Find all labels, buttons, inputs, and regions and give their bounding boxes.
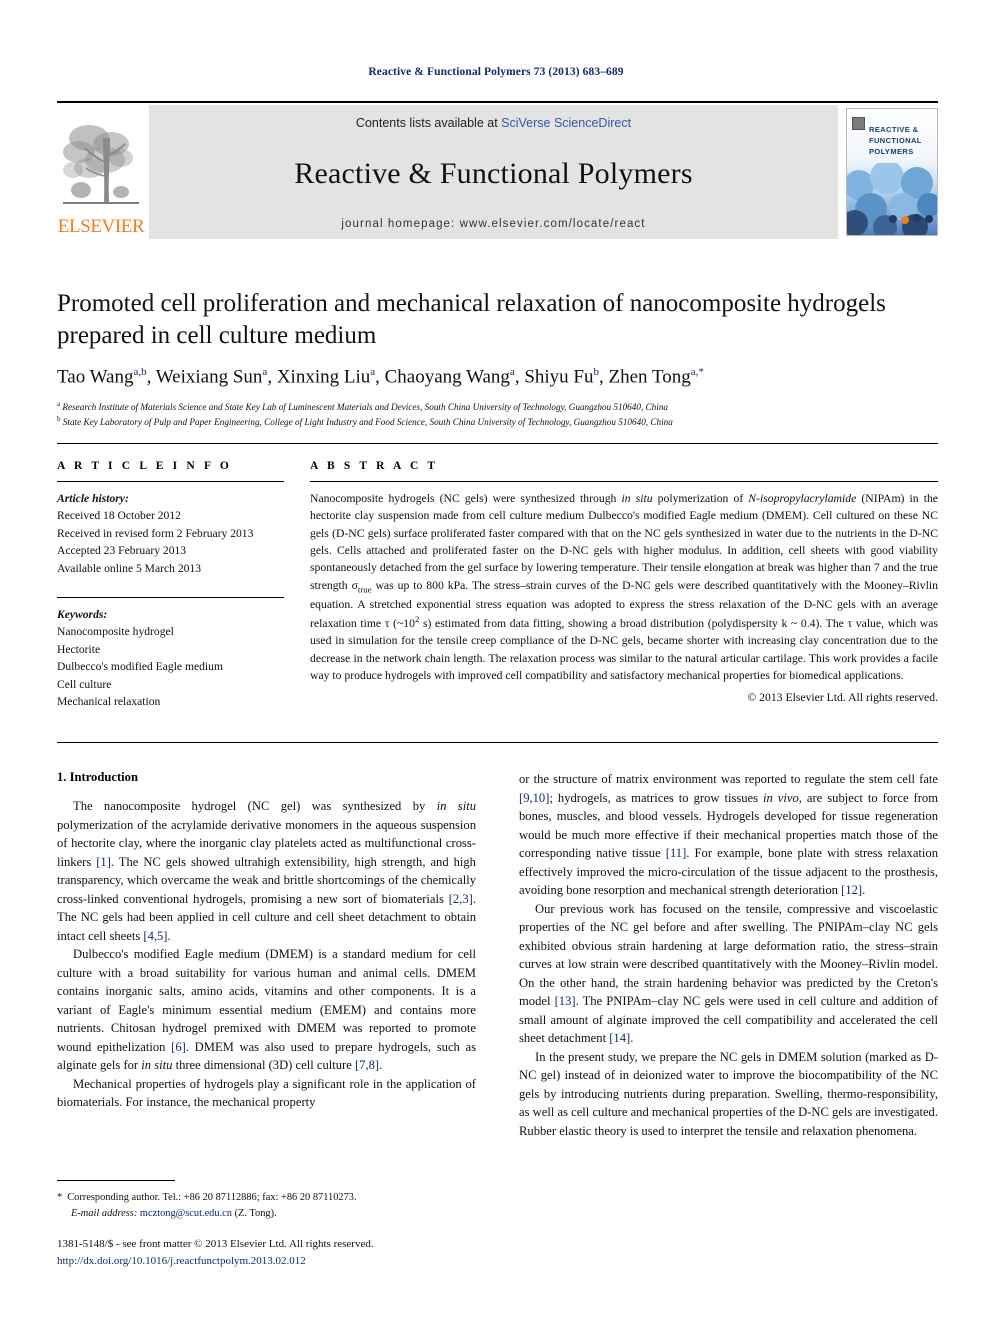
cover-title-line-1: REACTIVE & bbox=[869, 125, 919, 134]
masthead-center: Contents lists available at SciVerse Sci… bbox=[149, 105, 838, 239]
paragraph: Dulbecco's modified Eagle medium (DMEM) … bbox=[57, 947, 477, 1072]
paper-page: Reactive & Functional Polymers 73 (2013)… bbox=[0, 0, 992, 1323]
keyword-item: Nanocomposite hydrogel bbox=[57, 625, 174, 639]
keywords-rule bbox=[57, 596, 284, 598]
email-line: E-mail address: mcztong@scut.edu.cn (Z. … bbox=[57, 1206, 476, 1222]
introduction-heading: 1. Introduction bbox=[57, 770, 138, 784]
article-history-group: Article history: Received 18 October 201… bbox=[57, 490, 284, 577]
keyword-item: Mechanical relaxation bbox=[57, 694, 161, 708]
article-history-heading: Article history: bbox=[57, 492, 129, 505]
elsevier-logo: ELSEVIER bbox=[57, 105, 145, 239]
journal-cover-thumbnail: REACTIVE & FUNCTIONAL POLYMERS bbox=[846, 108, 938, 236]
email-link[interactable]: mcztong@scut.edu.cn bbox=[140, 1208, 232, 1219]
imprint-block: 1381-5148/$ - see front matter © 2013 El… bbox=[57, 1236, 487, 1270]
keywords-heading: Keywords: bbox=[57, 607, 108, 621]
article-info-rule bbox=[57, 481, 284, 482]
imprint-line: 1381-5148/$ - see front matter © 2013 El… bbox=[57, 1238, 374, 1250]
doi-link[interactable]: http://dx.doi.org/10.1016/j.reactfunctpo… bbox=[57, 1253, 487, 1270]
keywords-group: Keywords: Nanocomposite hydrogel Hectori… bbox=[57, 606, 284, 710]
cover-publisher-mark-icon bbox=[852, 117, 865, 130]
affiliation-marker-a: a bbox=[57, 400, 61, 409]
journal-homepage-line[interactable]: journal homepage: www.elsevier.com/locat… bbox=[341, 218, 645, 230]
corresponding-author-footnote: * Corresponding author. Tel.: +86 20 8711… bbox=[57, 1180, 476, 1222]
journal-title: Reactive & Functional Polymers bbox=[294, 157, 693, 190]
paragraph: Mechanical properties of hydrogels play … bbox=[57, 1076, 476, 1110]
abstract-column: A B S T R A C T Nanocomposite hydrogels … bbox=[310, 460, 938, 728]
cover-title: REACTIVE & FUNCTIONAL POLYMERS bbox=[869, 125, 922, 158]
article-info-abstract-panel: A R T I C L E I N F O Article history: R… bbox=[57, 443, 938, 743]
affiliation-b: b State Key Laboratory of Pulp and Paper… bbox=[57, 414, 938, 429]
email-suffix: (Z. Tong). bbox=[234, 1207, 277, 1219]
sciencedirect-link[interactable]: SciVerse ScienceDirect bbox=[501, 116, 631, 130]
email-label: E-mail address: bbox=[71, 1207, 138, 1219]
history-item: Received 18 October 2012 bbox=[57, 509, 181, 523]
contents-lists-prefix: Contents lists available at bbox=[355, 116, 502, 130]
page-title: Promoted cell proliferation and mechanic… bbox=[57, 290, 886, 349]
history-item: Available online 5 March 2013 bbox=[57, 561, 202, 575]
abstract-rule bbox=[310, 481, 938, 482]
affiliations: a Research Institute of Materials Scienc… bbox=[57, 399, 938, 430]
footnote-asterisk: * bbox=[57, 1192, 63, 1203]
abstract-copyright: © 2013 Elsevier Ltd. All rights reserved… bbox=[747, 691, 938, 705]
article-info-column: A R T I C L E I N F O Article history: R… bbox=[57, 460, 310, 728]
history-item: Received in revised form 2 February 2013 bbox=[57, 526, 254, 540]
contents-lists-line: Contents lists available at SciVerse Sci… bbox=[356, 116, 631, 130]
keyword-item: Cell culture bbox=[57, 677, 112, 691]
paragraph: or the structure of matrix environment w… bbox=[519, 772, 939, 897]
corresponding-author-line: * Corresponding author. Tel.: +86 20 8711… bbox=[57, 1190, 476, 1206]
elsevier-tree-icon bbox=[63, 125, 139, 204]
body-column-left: 1. Introduction The nanocomposite hydrog… bbox=[57, 770, 476, 1270]
history-item: Accepted 23 February 2013 bbox=[57, 544, 187, 558]
affiliation-marker-b: b bbox=[57, 415, 61, 424]
paragraph: Our previous work has focused on the ten… bbox=[519, 901, 938, 1046]
cover-title-line-2: FUNCTIONAL bbox=[869, 135, 922, 145]
journal-masthead: ELSEVIER Contents lists available at Sci… bbox=[57, 101, 938, 239]
keyword-item: Dulbecco's modified Eagle medium bbox=[57, 660, 223, 674]
article-info-label: A R T I C L E I N F O bbox=[57, 460, 232, 472]
paragraph: The nanocomposite hydrogel (NC gel) was … bbox=[57, 799, 477, 943]
author-list: Tao Wanga,b, Weixiang Suna, Xinxing Liua… bbox=[57, 366, 704, 388]
footnote-rule bbox=[57, 1180, 175, 1181]
cover-title-line-3: POLYMERS bbox=[869, 146, 914, 156]
body-columns: 1. Introduction The nanocomposite hydrog… bbox=[57, 770, 938, 1270]
affiliation-b-text: State Key Laboratory of Pulp and Paper E… bbox=[62, 417, 673, 428]
running-head: Reactive & Functional Polymers 73 (2013)… bbox=[368, 66, 624, 78]
abstract-label: A B S T R A C T bbox=[310, 460, 439, 472]
corresponding-author-text: Corresponding author. Tel.: +86 20 87112… bbox=[67, 1192, 357, 1203]
affiliation-a-text: Research Institute of Materials Science … bbox=[62, 402, 669, 413]
abstract-text: Nanocomposite hydrogels (NC gels) were s… bbox=[310, 492, 938, 683]
keyword-item: Hectorite bbox=[57, 642, 101, 656]
cover-molecule-graphic bbox=[847, 163, 937, 235]
title-block: Promoted cell proliferation and mechanic… bbox=[57, 288, 938, 430]
affiliation-a: a Research Institute of Materials Scienc… bbox=[57, 399, 938, 414]
body-column-right: or the structure of matrix environment w… bbox=[519, 770, 938, 1270]
elsevier-wordmark: ELSEVIER bbox=[57, 216, 145, 237]
paragraph: In the present study, we prepare the NC … bbox=[519, 1049, 938, 1138]
